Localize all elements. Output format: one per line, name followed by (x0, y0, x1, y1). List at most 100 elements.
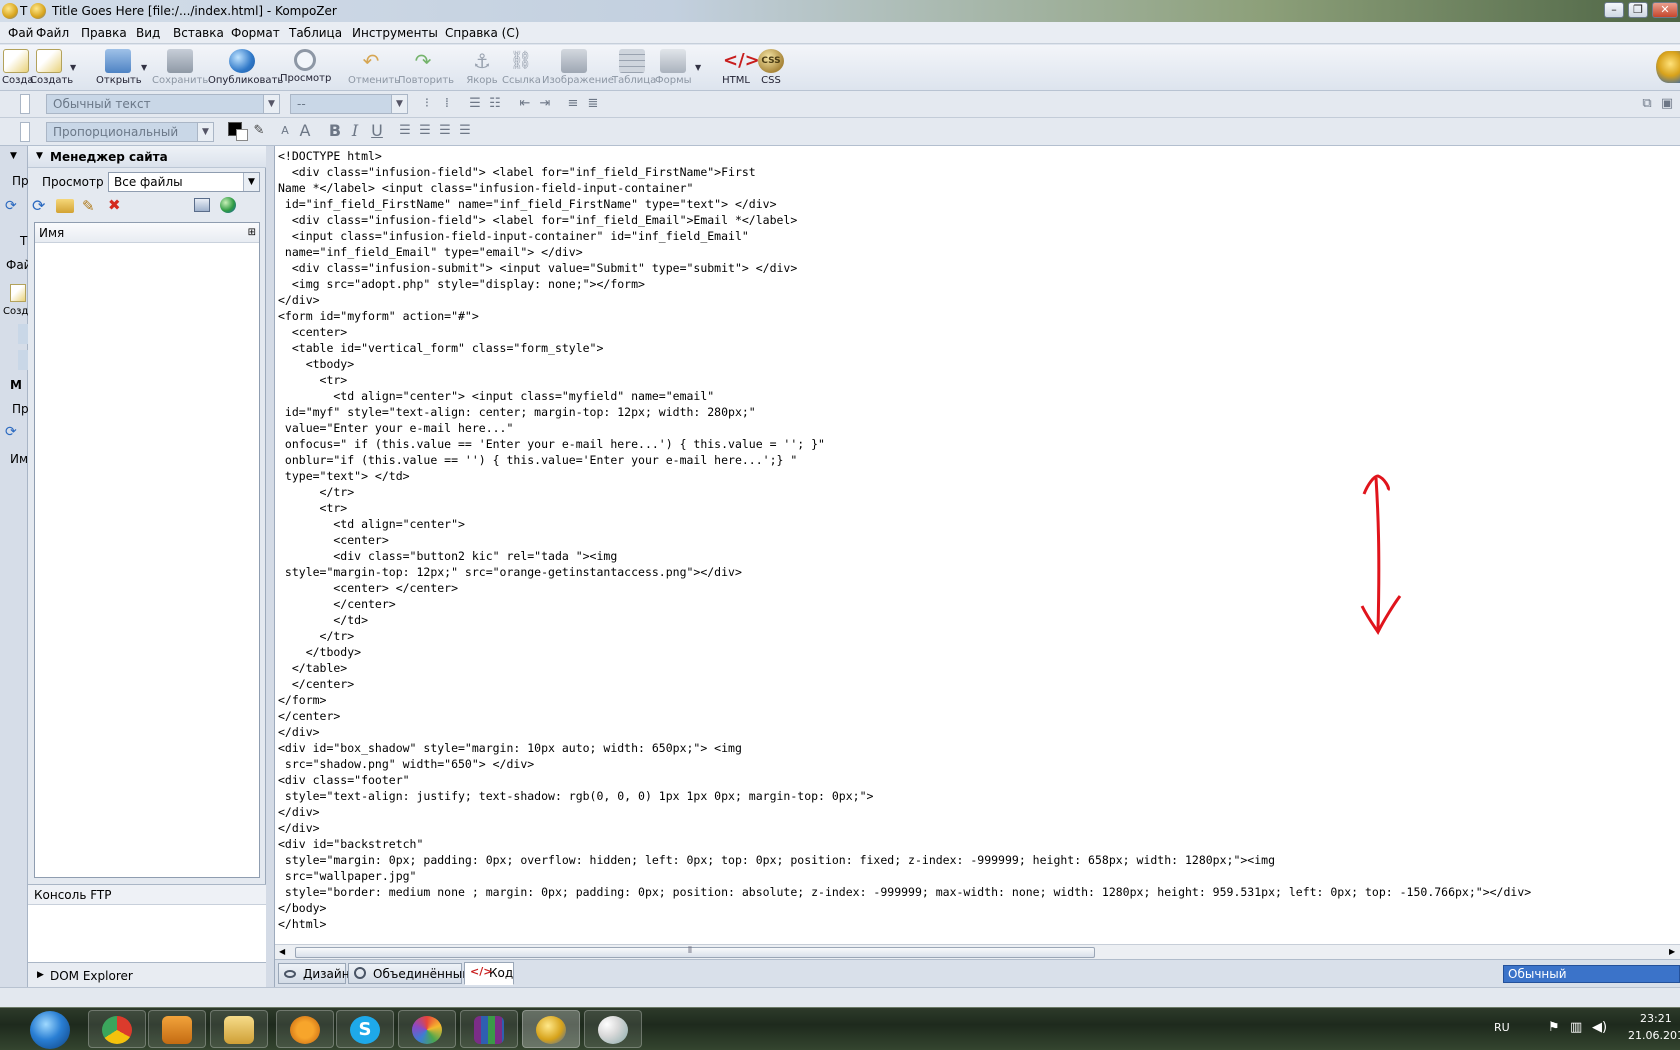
code-line[interactable]: id="myf" style="text-align: center; marg… (278, 404, 1531, 420)
code-line[interactable]: <!DOCTYPE html> (278, 148, 1531, 164)
ftp-console-header[interactable]: Консоль FTP (28, 884, 266, 904)
smaller-font-icon[interactable]: A (276, 122, 294, 140)
menu-format[interactable]: Формат (231, 26, 280, 40)
code-line[interactable]: </tr> (278, 628, 1531, 644)
left-mini-combo[interactable] (20, 94, 30, 114)
justify-icon[interactable]: ≣ (584, 95, 602, 113)
align-icon[interactable]: ≡ (564, 95, 582, 113)
code-line[interactable]: type="text"> </td> (278, 468, 1531, 484)
maximize-button[interactable]: ❐ (1628, 2, 1648, 18)
menu-fai[interactable]: Фай (8, 26, 33, 40)
menu-tools[interactable]: Инструменты (352, 26, 438, 40)
code-line[interactable]: style="margin: 0px; padding: 0px; overfl… (278, 852, 1531, 868)
menu-insert[interactable]: Вставка (173, 26, 224, 40)
code-line[interactable]: <table id="vertical_form" class="form_st… (278, 340, 1531, 356)
taskbar-skype[interactable]: S (336, 1010, 394, 1048)
redo-button[interactable]: ↷ Повторить (398, 49, 454, 86)
code-line[interactable]: </tbody> (278, 644, 1531, 660)
panel-splitter[interactable] (266, 146, 275, 987)
code-line[interactable]: <div class="infusion-submit"> <input val… (278, 260, 1531, 276)
horizontal-scrollbar[interactable]: ◀ ⦀ ▶ (275, 944, 1680, 959)
start-orb-icon[interactable] (30, 1011, 70, 1049)
code-line[interactable]: style="margin-top: 12px;" src="orange-ge… (278, 564, 1531, 580)
forms-button[interactable]: Формы (655, 49, 692, 86)
minimize-button[interactable]: – (1604, 2, 1624, 18)
taskbar-explorer[interactable] (210, 1010, 268, 1048)
code-line[interactable]: <div class="button2 kic" rel="tada "><im… (278, 548, 1531, 564)
code-line[interactable]: </html> (278, 916, 1531, 932)
align-left-icon[interactable]: ☰ (396, 122, 414, 140)
menu-edit[interactable]: Правка (81, 26, 127, 40)
html-button[interactable]: </> HTML (720, 49, 760, 86)
refresh-icon[interactable]: ⟳ (32, 196, 45, 215)
align-center-icon[interactable]: ☰ (416, 122, 434, 140)
bullet-list-icon[interactable]: ☷ (486, 95, 504, 113)
edit-mode-indicator[interactable]: Обычный (1503, 965, 1680, 983)
paragraph-style-select[interactable]: Обычный текст ▼ (46, 94, 280, 114)
undo-button[interactable]: ↶ Отменить (348, 49, 400, 86)
link-button[interactable]: ⛓ Ссылка (502, 49, 541, 86)
text-size-icon[interactable]: ⁝ (418, 95, 436, 113)
clock-time[interactable]: 23:21 (1640, 1012, 1672, 1025)
code-line[interactable]: </td> (278, 612, 1531, 628)
code-line[interactable]: <form id="myform" action="#"> (278, 308, 1531, 324)
taskbar-kompozer[interactable] (522, 1010, 580, 1048)
image-button[interactable]: Изображение (542, 49, 614, 86)
code-line[interactable]: style="text-align: justify; text-shadow:… (278, 788, 1531, 804)
taskbar-picasa[interactable] (398, 1010, 456, 1048)
code-line[interactable]: </tr> (278, 484, 1531, 500)
css-button[interactable]: CSS CSS (756, 49, 786, 86)
copy-window-icon[interactable] (194, 198, 210, 212)
menu-help[interactable]: Справка (С) (445, 26, 519, 40)
code-line[interactable]: style="border: medium none ; margin: 0px… (278, 884, 1531, 900)
tab-split[interactable]: Объединённый (348, 963, 470, 984)
italic-icon[interactable]: I (346, 122, 364, 140)
gutter-new-icon[interactable] (10, 284, 26, 302)
code-line[interactable]: id="inf_field_FirstName" name="inf_field… (278, 196, 1531, 212)
gutter-collapse-icon[interactable]: ▼ (10, 151, 17, 161)
anchor-button[interactable]: ⚓ Якорь (466, 49, 498, 86)
clock-date[interactable]: 21.06.2015 (1628, 1029, 1680, 1042)
volume-icon[interactable]: ◀) (1592, 1020, 1607, 1035)
create-button[interactable]: Создать (30, 49, 73, 86)
code-line[interactable]: <center> (278, 532, 1531, 548)
menu-view[interactable]: Вид (136, 26, 160, 40)
bold-icon[interactable]: B (326, 122, 344, 140)
left-mini-combo-2[interactable] (20, 122, 30, 142)
scrollbar-thumb[interactable]: ⦀ (295, 946, 1095, 958)
code-line[interactable]: </center> (278, 708, 1531, 724)
code-line[interactable]: <div id="box_shadow" style="margin: 10px… (278, 740, 1531, 756)
language-indicator[interactable]: RU (1494, 1021, 1510, 1034)
source-code[interactable]: <!DOCTYPE html> <div class="infusion-fie… (278, 148, 1531, 932)
code-line[interactable]: <tr> (278, 372, 1531, 388)
text-size-2-icon[interactable]: ⁞ (438, 95, 456, 113)
small-toolbar-2-icon[interactable]: ▣ (1658, 95, 1676, 113)
close-button[interactable]: ✕ (1652, 2, 1678, 18)
publish-button[interactable]: Опубликовать (208, 49, 283, 86)
code-line[interactable]: onblur="if (this.value == '') { this.val… (278, 452, 1531, 468)
scroll-right-arrow-icon[interactable]: ▶ (1669, 947, 1675, 956)
site-manager-header[interactable]: ▼ Менеджер сайта (28, 146, 266, 168)
taskbar-avast[interactable] (276, 1010, 334, 1048)
code-line[interactable]: <div id="backstretch" (278, 836, 1531, 852)
forms-dropdown-arrow[interactable]: ▼ (695, 63, 701, 72)
code-line[interactable]: <td align="center"> <input class="myfiel… (278, 388, 1531, 404)
code-line[interactable]: </table> (278, 660, 1531, 676)
menu-file[interactable]: Файл (36, 26, 69, 40)
new-button[interactable]: Созда (2, 49, 33, 86)
code-line[interactable]: <td align="center"> (278, 516, 1531, 532)
larger-font-icon[interactable]: A (296, 122, 314, 140)
save-button[interactable]: Сохранить (152, 49, 208, 86)
taskbar-chrome[interactable] (88, 1010, 146, 1048)
outdent-icon[interactable]: ⇤ (516, 95, 534, 113)
gutter-refresh-icon[interactable]: ⟳ (5, 198, 17, 214)
column-picker-icon[interactable]: ⊞ (248, 227, 256, 238)
view-filter-select[interactable]: Все файлы ▼ (108, 172, 260, 192)
code-line[interactable]: <center> (278, 324, 1531, 340)
indent-icon[interactable]: ⇥ (536, 95, 554, 113)
code-line[interactable]: <div class="infusion-field"> <label for=… (278, 212, 1531, 228)
code-line[interactable]: </form> (278, 692, 1531, 708)
new-folder-icon[interactable] (56, 199, 74, 213)
code-line[interactable]: value="Enter your e-mail here..." (278, 420, 1531, 436)
code-line[interactable]: onfocus=" if (this.value == 'Enter your … (278, 436, 1531, 452)
